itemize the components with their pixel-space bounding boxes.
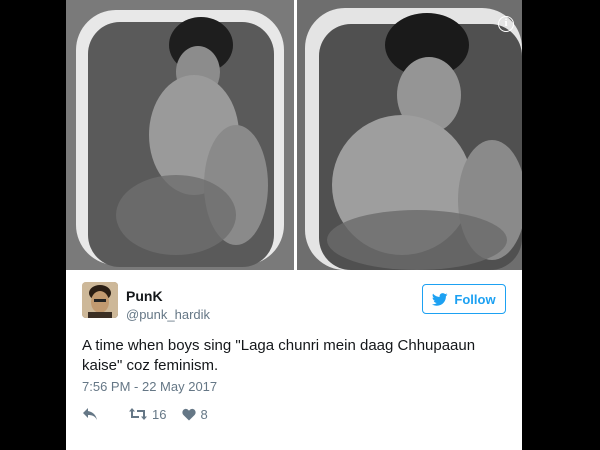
tweet-photo-2[interactable]: i xyxy=(297,0,522,270)
info-icon[interactable]: i xyxy=(498,16,514,32)
heart-icon xyxy=(182,408,197,420)
tweet-body: PunK @punk_hardik Follow A time when boy… xyxy=(66,270,522,450)
display-name[interactable]: PunK xyxy=(126,288,163,304)
user-handle[interactable]: @punk_hardik xyxy=(126,307,210,322)
bathtub-photo-closeup xyxy=(297,0,522,270)
avatar[interactable] xyxy=(82,282,118,318)
like-count: 8 xyxy=(200,406,208,422)
reply-icon xyxy=(83,408,97,420)
tweet-photo-1[interactable] xyxy=(66,0,294,270)
follow-button[interactable]: Follow xyxy=(422,284,506,314)
bathtub-photo xyxy=(66,0,294,270)
follow-button-label: Follow xyxy=(454,291,496,307)
tweet-timestamp[interactable]: 7:56 PM - 22 May 2017 xyxy=(82,379,217,394)
tweet-card: i PunK @punk_hardik Follow A time when b… xyxy=(66,0,522,450)
avatar-image xyxy=(82,282,118,318)
retweet-icon xyxy=(129,408,147,420)
tweet-actions: 16 8 xyxy=(82,404,224,424)
reply-button[interactable] xyxy=(82,407,98,421)
retweet-count: 16 xyxy=(152,406,167,422)
tweet-media: i xyxy=(66,0,522,270)
twitter-bird-icon xyxy=(432,292,448,306)
like-button[interactable]: 8 xyxy=(182,406,208,422)
retweet-button[interactable]: 16 xyxy=(128,407,166,422)
tweet-text: A time when boys sing "Laga chunri mein … xyxy=(82,337,476,374)
